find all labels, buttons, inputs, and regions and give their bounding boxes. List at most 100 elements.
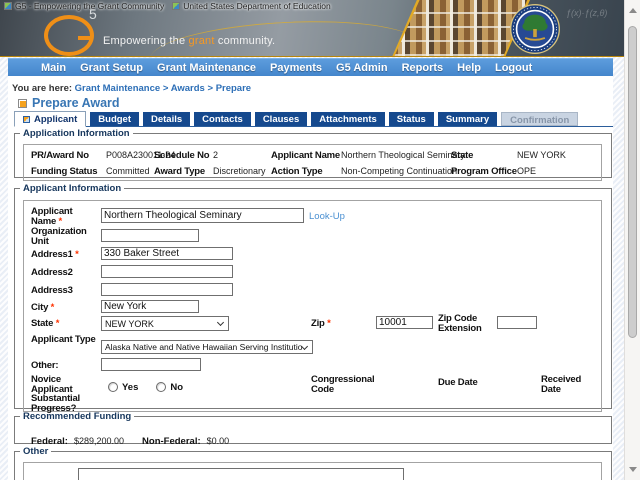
other-input[interactable] (101, 358, 201, 371)
menu-help[interactable]: Help (457, 62, 481, 74)
breadcrumb-separator: > (207, 83, 214, 94)
tab-summary[interactable]: Summary (437, 112, 498, 126)
applicant-information-legend: Applicant Information (23, 183, 122, 194)
tab-details[interactable]: Details (143, 112, 191, 126)
address3-label: Address3 (31, 285, 73, 296)
department-of-education-seal (510, 4, 560, 54)
chevron-down-icon (216, 318, 225, 327)
tab-status[interactable]: Status (388, 112, 434, 126)
zip-label: Zip * (311, 318, 331, 329)
program-office-label: Program Office (451, 166, 517, 177)
applicant-name-label: Applicant Name * (31, 206, 73, 227)
award-type-label: Award Type (154, 166, 205, 177)
state-ro-label: State (451, 150, 474, 161)
applicant-information-section: Applicant Information Applicant Name * L… (14, 183, 612, 413)
breadcrumb-grant-maintenance[interactable]: Grant Maintenance (75, 83, 161, 94)
tab-confirmation: Confirmation (501, 112, 579, 126)
zip-code-extension-input[interactable] (497, 316, 537, 329)
city-input[interactable] (101, 300, 199, 313)
organization-unit-input[interactable] (101, 229, 199, 242)
zip-code-extension-label: Zip Code Extension (438, 313, 482, 334)
pr-award-no-label: PR/Award No (31, 150, 89, 161)
menu-main[interactable]: Main (41, 62, 66, 74)
recommended-funding-section: Recommended Funding Federal: $289,200.00… (14, 411, 612, 447)
schedule-no-value: 2 (213, 150, 219, 160)
recommended-funding-legend: Recommended Funding (23, 411, 132, 422)
lookup-link[interactable]: Look-Up (309, 211, 345, 222)
application-information-section: Application Information PR/Award No P008… (14, 128, 612, 181)
novice-yes-option[interactable]: Yes (108, 377, 138, 395)
state-ro-value: NEW YORK (517, 150, 566, 160)
menu-g5-admin[interactable]: G5 Admin (336, 62, 388, 74)
banner-alt-labels: G5 - Empowering the Grant Community Unit… (4, 1, 331, 11)
scroll-down-arrow[interactable] (629, 467, 637, 472)
tab-attachments[interactable]: Attachments (311, 112, 385, 126)
prepare-award-icon (18, 98, 27, 108)
pr-award-no-value: P008A230011-24 (106, 150, 176, 160)
breadcrumb-separator: > (162, 83, 169, 94)
funding-status-label: Funding Status (31, 166, 98, 177)
application-info-row: Funding Status Committed Award Type Disc… (31, 166, 599, 177)
other-section: Other (14, 446, 612, 480)
applicant-tab-icon (23, 115, 30, 123)
application-information-legend: Application Information (23, 128, 130, 139)
scroll-up-arrow[interactable] (629, 8, 637, 13)
menu-grant-maintenance[interactable]: Grant Maintenance (157, 62, 256, 74)
doe-chip: United States Department of Education (172, 1, 331, 11)
breadcrumb-prepare[interactable]: Prepare (216, 83, 251, 94)
action-type-label: Action Type (271, 166, 323, 177)
menu-payments[interactable]: Payments (270, 62, 322, 74)
menu-grant-setup[interactable]: Grant Setup (80, 62, 143, 74)
vertical-scrollbar[interactable] (624, 0, 640, 480)
funding-status-value: Committed (106, 166, 150, 176)
chevron-down-icon (300, 342, 309, 350)
g5-chip-label: G5 - Empowering the Grant Community (15, 1, 165, 11)
federal-value: $289,200.00 (73, 436, 125, 446)
g5-page-icon (4, 2, 12, 10)
received-date-label: Received Date (541, 374, 582, 395)
award-tab-strip: Applicant Budget Details Contacts Clause… (14, 111, 613, 127)
application-info-row: PR/Award No P008A230011-24 Schedule No 2… (31, 150, 599, 161)
other-textarea[interactable] (78, 468, 404, 480)
main-menu-bar: Main Grant Setup Grant Maintenance Payme… (8, 58, 613, 76)
breadcrumb: You are here: Grant Maintenance > Awards… (12, 83, 251, 94)
congressional-code-label: Congressional Code (311, 374, 375, 395)
address1-input[interactable] (101, 247, 233, 260)
applicant-type-label: Applicant Type (31, 334, 96, 345)
doe-page-icon (172, 2, 181, 10)
program-office-value: OPE (517, 166, 537, 176)
address2-input[interactable] (101, 265, 233, 278)
applicant-name-input[interactable] (101, 208, 304, 223)
banner-tagline: Empowering the grant community. (103, 35, 276, 47)
schedule-no-label: Schedule No (154, 150, 210, 161)
tab-budget[interactable]: Budget (90, 112, 139, 126)
novice-no-option[interactable]: No (156, 377, 183, 395)
novice-no-radio (156, 382, 167, 392)
applicant-name-ro-value: Northern Theological Seminary (341, 150, 465, 160)
math-texture-decoration: ƒ(x)·ƒ(z,θ) (566, 8, 608, 18)
novice-yes-radio (108, 382, 118, 392)
due-date-label: Due Date (438, 377, 478, 388)
breadcrumb-prefix: You are here: (12, 83, 73, 94)
action-type-value: Non-Competing Continuation (341, 166, 458, 176)
breadcrumb-awards[interactable]: Awards (171, 83, 205, 94)
g5-application-window: G5 - Empowering the Grant Community Unit… (0, 0, 640, 480)
page-title: Prepare Award (32, 96, 120, 110)
menu-logout[interactable]: Logout (495, 62, 532, 74)
award-type-value: Discretionary (213, 166, 266, 176)
state-select[interactable]: NEW YORK (101, 316, 229, 331)
tab-contacts[interactable]: Contacts (194, 112, 251, 126)
other-label: Other: (31, 360, 59, 371)
address1-label: Address1 * (31, 249, 79, 260)
tab-applicant[interactable]: Applicant (14, 111, 87, 127)
g5-logo-g (44, 15, 94, 56)
menu-reports[interactable]: Reports (402, 62, 444, 74)
zip-input[interactable] (376, 316, 433, 329)
doe-chip-label: United States Department of Education (183, 1, 331, 11)
scrollbar-thumb[interactable] (628, 26, 637, 338)
tab-clauses[interactable]: Clauses (254, 112, 308, 126)
address3-input[interactable] (101, 283, 233, 296)
header-banner: G5 - Empowering the Grant Community Unit… (0, 0, 624, 57)
applicant-type-select[interactable]: Alaska Native and Native Hawaiian Servin… (101, 340, 313, 354)
novice-applicant-label: Novice Applicant (31, 374, 73, 395)
